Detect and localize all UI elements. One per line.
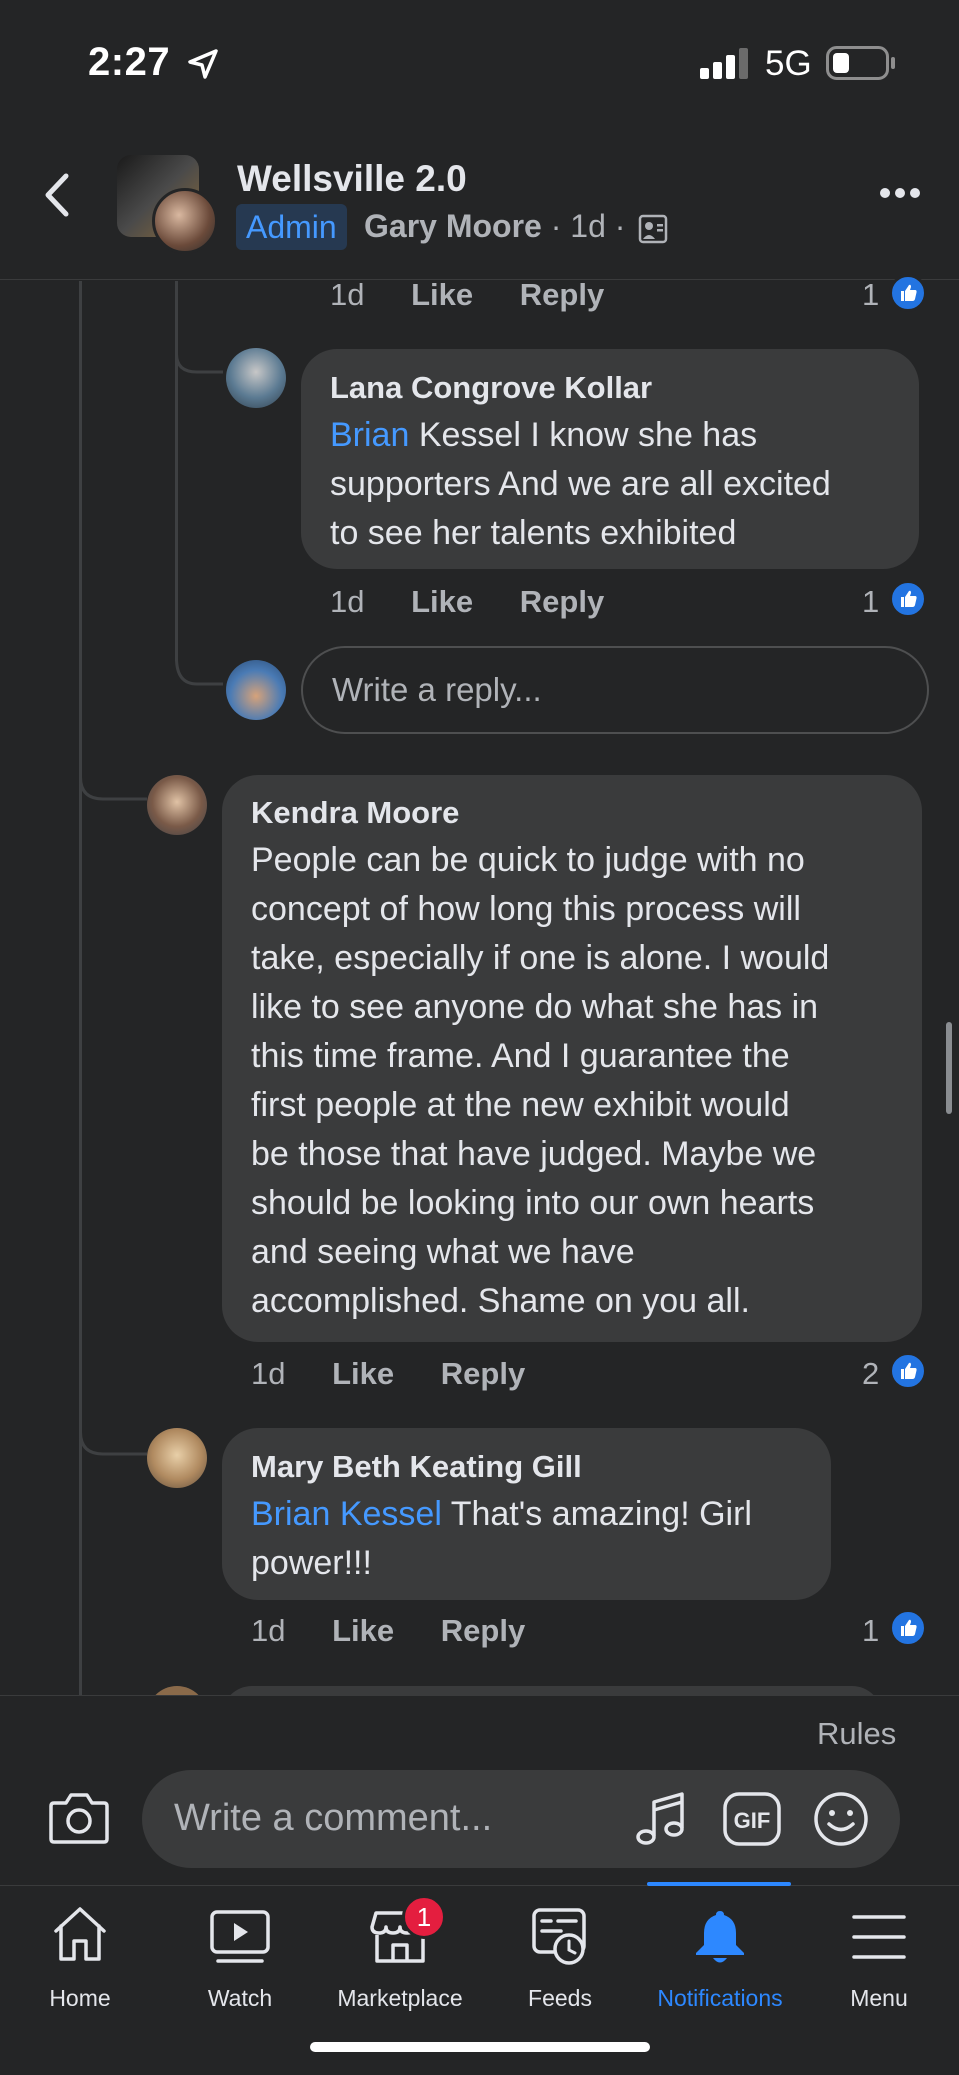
comment-meta: 1d Like Reply: [330, 277, 604, 313]
like-reaction-icon: [889, 580, 927, 618]
mention-link[interactable]: Brian Kessel: [251, 1495, 442, 1533]
tab-label: Home: [49, 1985, 111, 2011]
location-arrow-icon: [188, 49, 218, 79]
svg-text:GIF: GIF: [734, 1808, 771, 1833]
tab-label: Marketplace: [337, 1985, 463, 2011]
commenter-name[interactable]: Lana Congrove Kollar: [330, 370, 652, 406]
commenter-name[interactable]: Mary Beth Keating Gill: [251, 1449, 582, 1485]
scrollbar[interactable]: [946, 1022, 952, 1114]
reply-button[interactable]: Reply: [520, 277, 604, 312]
thread-line-outer: [79, 281, 82, 1695]
comment-time: 1d: [330, 277, 365, 312]
current-user-avatar: [226, 660, 286, 720]
mention-link[interactable]: Brian: [330, 416, 409, 454]
reaction-count: 2: [862, 1356, 880, 1391]
group-privacy-icon: [638, 214, 668, 244]
tab-label: Notifications: [657, 1985, 783, 2011]
admin-badge: Admin: [236, 204, 347, 250]
menu-icon: [852, 1915, 906, 1959]
comment-text: People can be quick to judge with no con…: [251, 841, 830, 1320]
like-button[interactable]: Like: [411, 277, 473, 312]
comment-placeholder: Write a comment...: [174, 1797, 493, 1839]
tab-label: Watch: [207, 1985, 273, 2011]
like-button[interactable]: Like: [332, 1356, 394, 1391]
comment-time: 1d: [330, 584, 365, 619]
comment-time: 1d: [251, 1613, 286, 1648]
tab-marketplace[interactable]: Marketplace: [320, 1885, 480, 2025]
thread-connector: [79, 1420, 147, 1456]
rules-link[interactable]: Rules: [817, 1716, 896, 1752]
battery-icon: [826, 46, 895, 80]
emoji-icon[interactable]: [812, 1790, 870, 1848]
reply-input[interactable]: Write a reply...: [301, 646, 929, 734]
commenter-avatar[interactable]: [147, 775, 207, 835]
post-time: · 1d ·: [541, 208, 626, 244]
more-options-icon[interactable]: [878, 185, 922, 201]
tab-menu[interactable]: Menu: [799, 1885, 959, 2025]
like-reaction-icon: [889, 1352, 927, 1390]
tab-label: Menu: [850, 1985, 908, 2011]
gif-icon[interactable]: GIF: [722, 1791, 782, 1847]
thread-connector: [79, 765, 147, 801]
camera-icon[interactable]: [48, 1791, 110, 1845]
comment-meta: 1d Like Reply: [251, 1613, 525, 1649]
like-button[interactable]: Like: [332, 1613, 394, 1648]
feeds-icon: [532, 1908, 586, 1965]
thread-line-inner: [175, 281, 178, 661]
reply-button[interactable]: Reply: [441, 1613, 525, 1648]
reaction-count: 1: [862, 584, 880, 619]
bell-icon: [696, 1911, 744, 1963]
reaction-count: 1: [862, 277, 880, 312]
tab-home[interactable]: Home: [0, 1885, 160, 2025]
thread-connector: [175, 650, 223, 686]
group-name[interactable]: Wellsville 2.0: [237, 158, 467, 200]
tab-label: Feeds: [528, 1985, 592, 2011]
like-reaction-icon: [889, 1609, 927, 1647]
notification-badge: 1: [402, 1895, 446, 1939]
home-icon: [54, 1907, 106, 1961]
comment-text: Brian Kessel That's amazing! Girl power!…: [251, 1495, 752, 1582]
music-note-icon[interactable]: [634, 1790, 688, 1848]
signal-icon: [700, 48, 748, 79]
tab-watch[interactable]: Watch: [160, 1885, 320, 2025]
reaction-count: 1: [862, 1613, 880, 1648]
status-time: 2:27: [88, 40, 171, 84]
comment-meta: 1d Like Reply: [330, 584, 604, 620]
commenter-avatar[interactable]: [147, 1428, 207, 1488]
commenter-avatar[interactable]: [226, 348, 286, 408]
reply-button[interactable]: Reply: [441, 1356, 525, 1391]
tab-feeds[interactable]: Feeds: [480, 1885, 640, 2025]
watch-icon: [210, 1910, 270, 1963]
commenter-name[interactable]: Kendra Moore: [251, 795, 459, 831]
network-type: 5G: [765, 44, 812, 83]
thread-connector: [175, 340, 223, 374]
back-arrow-icon[interactable]: [40, 172, 76, 218]
post-author[interactable]: Gary Moore: [364, 208, 542, 244]
reply-button[interactable]: Reply: [520, 584, 604, 619]
comment-time: 1d: [251, 1356, 286, 1391]
like-button[interactable]: Like: [411, 584, 473, 619]
tab-notifications[interactable]: Notifications: [640, 1885, 800, 2025]
post-author-line: Gary Moore · 1d ·: [364, 208, 625, 245]
like-reaction-icon: [889, 274, 927, 312]
home-indicator: [310, 2042, 650, 2052]
comment-meta: 1d Like Reply: [251, 1356, 525, 1392]
author-avatar[interactable]: [152, 188, 218, 254]
comment-text: Brian Kessel I know she has supporters A…: [330, 416, 831, 552]
